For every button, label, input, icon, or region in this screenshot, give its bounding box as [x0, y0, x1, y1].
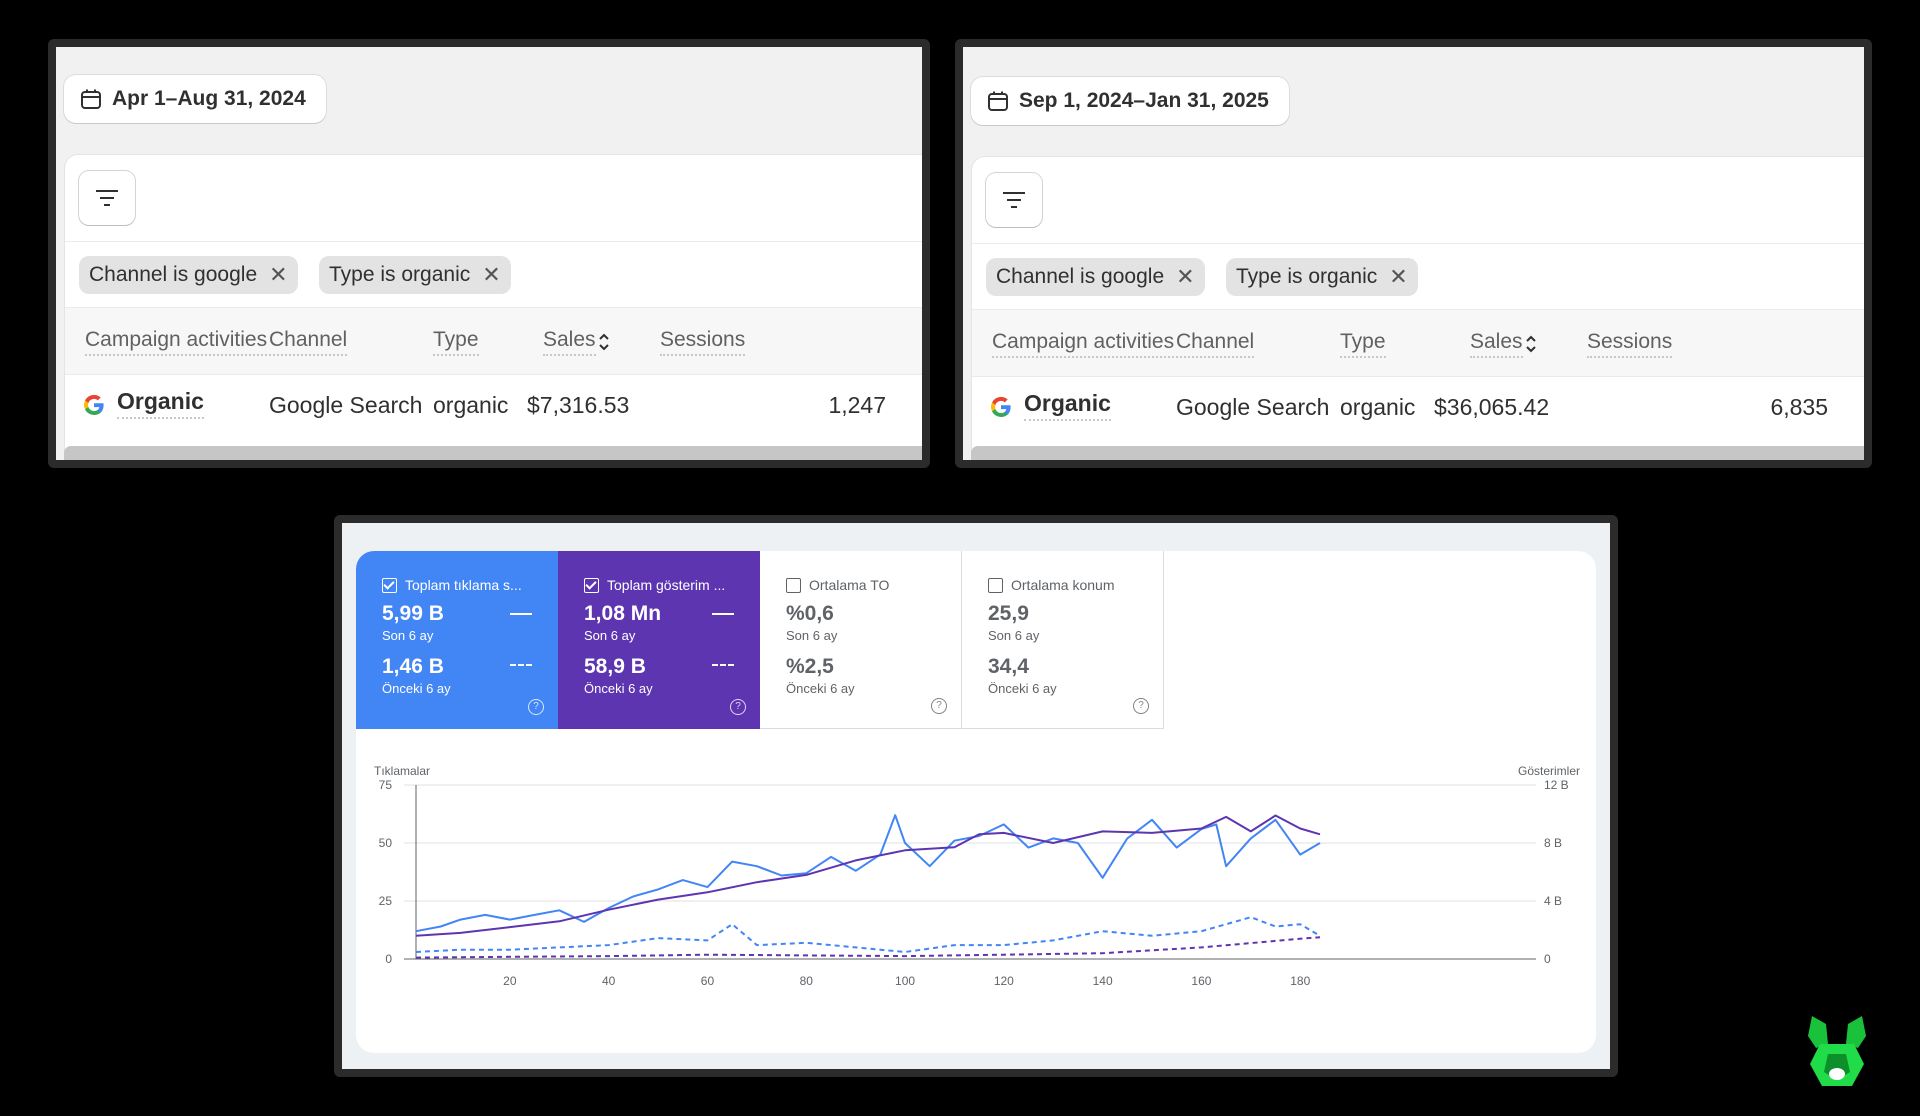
- checkbox-icon[interactable]: [988, 577, 1003, 593]
- column-sales[interactable]: Sales: [1470, 330, 1523, 358]
- campaign-name-link[interactable]: Organic: [117, 388, 204, 419]
- close-icon[interactable]: ✕: [482, 262, 500, 288]
- cell-type: organic: [1340, 394, 1416, 420]
- x-tick-label: 120: [994, 974, 1014, 988]
- search-console-panel: Toplam tıklama s... 5,99 B Son 6 ay 1,46…: [334, 515, 1618, 1077]
- filter-button[interactable]: [986, 173, 1042, 227]
- x-tick-label: 80: [800, 974, 814, 988]
- y-tick-left-label: 25: [379, 894, 393, 908]
- help-icon[interactable]: ?: [528, 699, 544, 715]
- date-range-button[interactable]: Apr 1–Aug 31, 2024: [64, 75, 326, 123]
- column-type[interactable]: Type: [1340, 330, 1386, 358]
- cell-channel: Google Search: [1176, 394, 1330, 420]
- dashed-line-legend-icon: [510, 664, 532, 666]
- close-icon[interactable]: ✕: [1176, 264, 1194, 290]
- help-icon[interactable]: ?: [1133, 698, 1149, 714]
- table-header: Campaign activities Channel Type Sales S…: [65, 307, 922, 375]
- filter-chips: Channel is google ✕ Type is organic ✕: [972, 243, 1864, 310]
- horizontal-scrollbar[interactable]: [64, 446, 922, 460]
- calendar-icon: [988, 91, 1008, 111]
- x-tick-label: 180: [1290, 974, 1310, 988]
- y-axis-right-title: Gösterimler: [1518, 764, 1580, 778]
- help-icon[interactable]: ?: [931, 698, 947, 714]
- y-tick-right-label: 4 B: [1544, 894, 1562, 908]
- y-tick-left-label: 50: [379, 836, 393, 850]
- campaign-name-link[interactable]: Organic: [1024, 390, 1111, 421]
- metric-average-ctr[interactable]: Ortalama TO %0,6 Son 6 ay %2,5 Önceki 6 …: [760, 551, 962, 729]
- report-card: Channel is google ✕ Type is organic ✕ Camp…: [971, 156, 1864, 460]
- date-range-label: Apr 1–Aug 31, 2024: [112, 87, 306, 110]
- column-channel[interactable]: Channel: [1176, 330, 1255, 358]
- filter-chips: Channel is google ✕ Type is organic ✕: [65, 241, 922, 308]
- column-campaign-activities[interactable]: Campaign activities: [85, 328, 268, 356]
- filter-chip-channel[interactable]: Channel is google ✕: [79, 256, 298, 294]
- table-header: Campaign activities Channel Type Sales S…: [972, 309, 1864, 377]
- shopify-panel-before: Apr 1–Aug 31, 2024 Channel is google ✕ Ty…: [48, 39, 930, 468]
- y-tick-right-label: 12 B: [1544, 778, 1569, 792]
- performance-chart: Tıklamalar Gösterimler 0 25 50 75 0 4 B 8 B 12 B 2…: [374, 764, 1580, 988]
- table-row[interactable]: Organic Google Search organic $36,065.42…: [972, 376, 1864, 442]
- solid-line-legend-icon: [712, 613, 734, 615]
- checkbox-icon[interactable]: [382, 577, 397, 593]
- metric-total-clicks[interactable]: Toplam tıklama s... 5,99 B Son 6 ay 1,46…: [356, 551, 558, 729]
- filter-icon: [96, 190, 118, 206]
- checkbox-icon[interactable]: [786, 577, 801, 593]
- x-tick-label: 40: [602, 974, 616, 988]
- cell-channel: Google Search: [269, 392, 423, 418]
- report-card: Channel is google ✕ Type is organic ✕ Camp…: [64, 154, 922, 460]
- google-icon: [84, 394, 104, 416]
- table-row[interactable]: Organic Google Search organic $7,316.53 …: [65, 374, 922, 440]
- x-tick-label: 60: [701, 974, 715, 988]
- y-tick-right-label: 8 B: [1544, 836, 1562, 850]
- metric-average-position[interactable]: Ortalama konum 25,9 Son 6 ay 34,4 Önceki…: [962, 551, 1164, 729]
- solid-line-legend-icon: [510, 613, 532, 615]
- sort-icon[interactable]: [1524, 334, 1538, 354]
- y-tick-right-label: 0: [1544, 952, 1551, 966]
- series-line-1: [415, 814, 1321, 937]
- column-sessions[interactable]: Sessions: [660, 328, 746, 356]
- column-sessions[interactable]: Sessions: [1587, 330, 1673, 358]
- close-icon[interactable]: ✕: [269, 262, 287, 288]
- y-tick-left-label: 0: [385, 952, 392, 966]
- sort-icon[interactable]: [597, 332, 611, 352]
- column-campaign-activities[interactable]: Campaign activities: [992, 330, 1175, 358]
- filter-chip-type[interactable]: Type is organic ✕: [1226, 258, 1418, 296]
- x-tick-label: 160: [1191, 974, 1211, 988]
- y-tick-left-label: 75: [379, 778, 393, 792]
- performance-card: Toplam tıklama s... 5,99 B Son 6 ay 1,46…: [356, 551, 1596, 1053]
- shopify-panel-after: Sep 1, 2024–Jan 31, 2025 Channel is goog…: [955, 39, 1872, 468]
- x-tick-label: 100: [895, 974, 915, 988]
- dashed-line-legend-icon: [712, 664, 734, 666]
- filter-button[interactable]: [79, 171, 135, 225]
- metric-total-impressions[interactable]: Toplam gösterim ... 1,08 Mn Son 6 ay 58,…: [558, 551, 760, 729]
- column-channel[interactable]: Channel: [269, 328, 348, 356]
- calendar-icon: [81, 89, 101, 109]
- checkbox-icon[interactable]: [584, 577, 599, 593]
- filter-icon: [1003, 192, 1025, 208]
- cell-sales: $36,065.42: [1434, 394, 1550, 420]
- column-sales[interactable]: Sales: [543, 328, 596, 356]
- help-icon[interactable]: ?: [730, 699, 746, 715]
- cell-type: organic: [433, 392, 509, 418]
- google-icon: [991, 396, 1011, 418]
- series-line-0: [415, 814, 1321, 933]
- horizontal-scrollbar[interactable]: [971, 446, 1864, 460]
- y-axis-left-title: Tıklamalar: [374, 764, 430, 778]
- date-range-button[interactable]: Sep 1, 2024–Jan 31, 2025: [971, 77, 1289, 125]
- filter-chip-type[interactable]: Type is organic ✕: [319, 256, 511, 294]
- rabbit-logo-icon: [1808, 1016, 1866, 1086]
- close-icon[interactable]: ✕: [1389, 264, 1407, 290]
- cell-sessions: 6,835: [1770, 394, 1828, 420]
- date-range-label: Sep 1, 2024–Jan 31, 2025: [1019, 89, 1269, 112]
- cell-sales: $7,316.53: [527, 392, 630, 418]
- x-tick-label: 20: [503, 974, 517, 988]
- cell-sessions: 1,247: [828, 392, 886, 418]
- filter-chip-channel[interactable]: Channel is google ✕: [986, 258, 1205, 296]
- column-type[interactable]: Type: [433, 328, 479, 356]
- x-tick-label: 140: [1093, 974, 1113, 988]
